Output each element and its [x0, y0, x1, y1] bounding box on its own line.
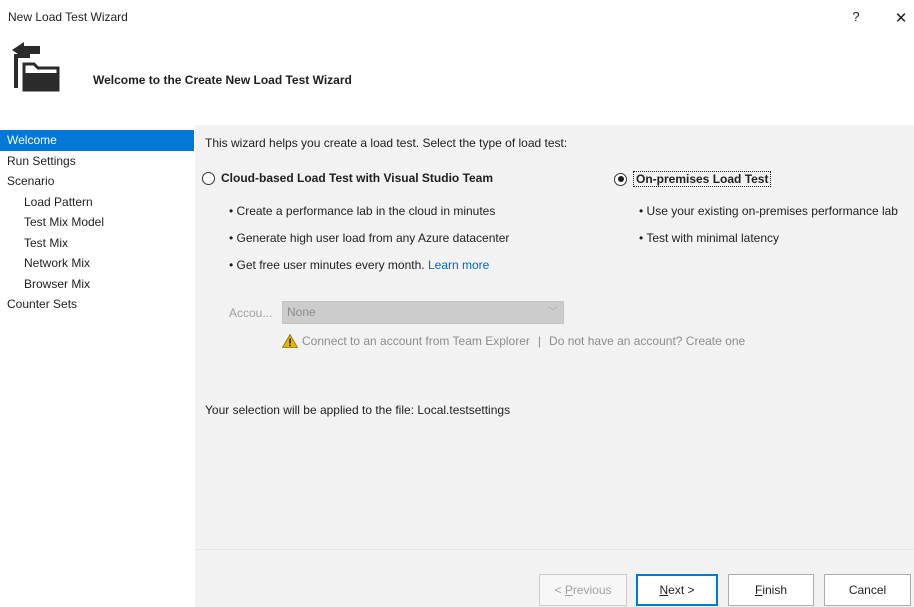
- finish-button-label: Finish: [754, 583, 788, 597]
- wizard-header-title: Welcome to the Create New Load Test Wiza…: [93, 73, 352, 87]
- sidebar-item-test-mix[interactable]: Test Mix: [0, 233, 194, 254]
- cloud-load-test-option[interactable]: Cloud-based Load Test with Visual Studio…: [202, 171, 493, 185]
- account-label: Accou...: [229, 306, 273, 320]
- sidebar-item-test-mix-model[interactable]: Test Mix Model: [0, 212, 194, 233]
- learn-more-link[interactable]: Learn more: [428, 258, 489, 272]
- connect-account-link[interactable]: Connect to an account from Team Explorer: [302, 334, 530, 348]
- create-account-link[interactable]: Do not have an account? Create one: [549, 334, 745, 348]
- warning-icon: [282, 334, 298, 348]
- warning-separator: |: [537, 334, 542, 348]
- cloud-radio[interactable]: [202, 171, 215, 185]
- title-bar: New Load Test Wizard ? ✕: [0, 0, 914, 34]
- onprem-load-test-option[interactable]: On-premises Load Test: [614, 171, 772, 187]
- intro-text: This wizard helps you create a load test…: [205, 136, 568, 150]
- onprem-bullet-1: • Use your existing on-premises performa…: [639, 204, 898, 218]
- selection-note: Your selection will be applied to the fi…: [205, 403, 511, 417]
- account-dropdown[interactable]: None ﹀: [282, 301, 564, 324]
- footer-divider: [195, 549, 914, 550]
- onprem-radio[interactable]: [614, 172, 627, 186]
- cloud-bullet-2: • Generate high user load from any Azure…: [229, 231, 510, 245]
- chevron-down-icon: ﹀: [548, 307, 558, 318]
- sidebar-item-run-settings[interactable]: Run Settings: [0, 151, 194, 172]
- previous-button[interactable]: < Previous: [539, 574, 627, 606]
- finish-button[interactable]: Finish: [728, 574, 814, 606]
- content-panel: [195, 125, 914, 607]
- load-test-wizard-icon: [10, 40, 68, 94]
- sidebar-item-network-mix[interactable]: Network Mix: [0, 253, 194, 274]
- onprem-option-label: On-premises Load Test: [633, 171, 772, 187]
- cloud-bullet-3: • Get free user minutes every month. Lea…: [229, 258, 489, 272]
- sidebar-item-counter-sets[interactable]: Counter Sets: [0, 294, 194, 315]
- sidebar-item-browser-mix[interactable]: Browser Mix: [0, 274, 194, 295]
- close-button[interactable]: ✕: [893, 9, 909, 27]
- cloud-bullet-3-text: • Get free user minutes every month.: [229, 258, 425, 272]
- wizard-steps-sidebar: Welcome Run Settings Scenario Load Pattern T…: [0, 130, 194, 315]
- cloud-bullet-1: • Create a performance lab in the cloud …: [229, 204, 496, 218]
- cancel-button-label: Cancel: [848, 583, 887, 597]
- sidebar-item-scenario[interactable]: Scenario: [0, 171, 194, 192]
- help-button[interactable]: ?: [848, 9, 864, 27]
- cancel-button[interactable]: Cancel: [824, 574, 911, 606]
- account-dropdown-value: None: [287, 305, 316, 319]
- sidebar-item-welcome[interactable]: Welcome: [0, 130, 194, 151]
- account-warning: Connect to an account from Team Explorer…: [282, 334, 745, 348]
- cloud-option-label: Cloud-based Load Test with Visual Studio…: [221, 171, 494, 185]
- onprem-bullet-2: • Test with minimal latency: [639, 231, 780, 245]
- next-button-label: Next >: [659, 583, 695, 597]
- sidebar-item-load-pattern[interactable]: Load Pattern: [0, 192, 194, 213]
- next-button[interactable]: Next >: [636, 574, 718, 606]
- window-title: New Load Test Wizard: [8, 10, 128, 24]
- previous-button-label: < Previous: [554, 583, 612, 597]
